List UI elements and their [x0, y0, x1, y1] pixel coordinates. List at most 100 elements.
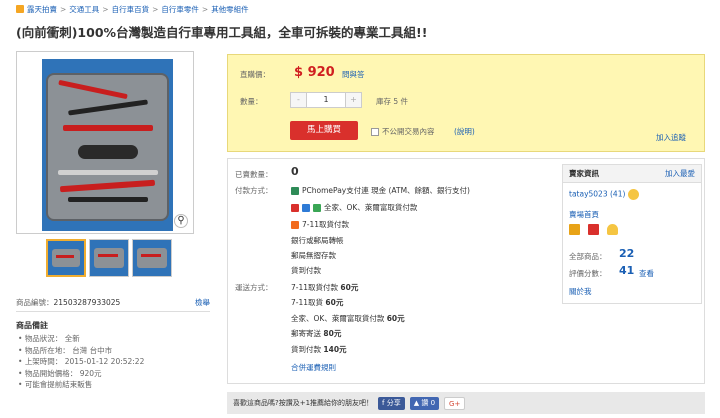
- like-label: 讚 0: [421, 398, 436, 407]
- private-checkbox[interactable]: [371, 128, 379, 136]
- breadcrumb-separator: >: [201, 4, 209, 14]
- mail-icon[interactable]: [588, 224, 599, 235]
- facebook-share-button[interactable]: f 分享: [378, 396, 405, 410]
- page-title: (向前衝刺)100%台灣製造自行車專用工具組，全車可拆裝的專業工具組!!: [16, 25, 428, 40]
- ok-icon: [302, 204, 310, 212]
- ship-price: 60元: [340, 283, 359, 292]
- facebook-like-button[interactable]: ▲ 讚 0: [409, 396, 440, 410]
- product-id-label: 商品編號：: [16, 298, 54, 307]
- report-link[interactable]: 檢舉: [195, 297, 210, 308]
- thumbnail-1[interactable]: [46, 239, 86, 277]
- ship-name: 全家、OK、萊爾富取貨付款: [291, 314, 387, 323]
- qty-input[interactable]: 1: [306, 93, 346, 107]
- breadcrumb-item-ruten[interactable]: 露天拍賣: [27, 4, 57, 15]
- seller-name-link[interactable]: tatay5023: [569, 190, 608, 199]
- product-image-box[interactable]: ⚲: [16, 51, 194, 234]
- qty-minus-button[interactable]: -: [291, 93, 306, 107]
- seller-header: 賣家資訊 加入最愛: [563, 165, 701, 183]
- ship-name: 7-11取貨付款: [291, 283, 341, 292]
- tool-shape: [68, 99, 148, 116]
- notes-title: 商品備註: [16, 321, 48, 330]
- ship-item: 7-11取貨付款 60元: [291, 282, 358, 293]
- pay-method-text: 全家、OK、萊爾富取貨付款: [324, 203, 418, 212]
- pay-pchome: PChomePay支付連 現金 (ATM、餘額、銀行支付): [291, 185, 470, 196]
- share-text: 喜歡這商品嗎?按讚及+1推薦給你的朋友吧！: [233, 399, 374, 407]
- shield-icon: [607, 224, 618, 235]
- tool-shape: [68, 197, 148, 202]
- ship-price: 80元: [323, 329, 342, 338]
- buy-now-button[interactable]: 馬上購買: [290, 121, 358, 140]
- pay-711: 7-11取貨付款: [291, 219, 349, 230]
- explain-link[interactable]: (說明): [454, 126, 475, 137]
- pchomepay-icon: [291, 187, 299, 195]
- list-item: 物品開始價格： 920元: [18, 368, 144, 380]
- ship-label: 運送方式：: [235, 283, 273, 292]
- hilife-icon: [313, 204, 321, 212]
- list-item: 物品狀況： 全新: [18, 333, 144, 345]
- pay-method-text: 銀行或郵局轉帳: [291, 236, 344, 245]
- price-number: 920: [307, 65, 335, 80]
- sold-label: 已賣數量：: [235, 170, 273, 179]
- pay-method-text: PChomePay支付連 現金 (ATM、餘額、銀行支付): [302, 186, 470, 195]
- qty-plus-button[interactable]: +: [346, 93, 361, 107]
- familymart-icon: [291, 204, 299, 212]
- home-icon: [16, 5, 24, 13]
- breadcrumb-item-transport[interactable]: 交通工具: [69, 4, 99, 15]
- about-me-link[interactable]: 關於我: [569, 286, 592, 297]
- ship-item: 7-11取貨 60元: [291, 297, 343, 308]
- rating-value[interactable]: 41: [619, 264, 634, 277]
- all-items-label: 全部商品：: [569, 252, 607, 261]
- private-option[interactable]: 不公開交易內容: [371, 126, 435, 137]
- seller-badges: [569, 224, 621, 235]
- ship-rules-link[interactable]: 合併運費規則: [291, 362, 336, 373]
- list-item: 可能會提前結束販售: [18, 379, 144, 391]
- thumbnail-3[interactable]: [132, 239, 172, 277]
- zoom-icon[interactable]: ⚲: [174, 214, 188, 228]
- price-label: 直購價：: [240, 70, 270, 79]
- all-items-count[interactable]: 22: [619, 247, 634, 260]
- buy-box: 直購價： $ 920 問與答 數量： - 1 + 庫存 5 件 馬上購買 不公開…: [227, 54, 705, 152]
- breadcrumb-separator: >: [102, 4, 109, 14]
- list-item: 上架時間： 2015-01-12 20:52:22: [18, 356, 145, 368]
- google-plus-button[interactable]: G+: [444, 396, 466, 410]
- notes-list: 物品狀況： 全新 物品所在地： 台灣 台中市 上架時間： 2015-01-12 …: [18, 333, 145, 391]
- tool-case: [46, 73, 169, 221]
- track-link[interactable]: 加入追蹤: [656, 132, 686, 143]
- qty-label: 數量：: [240, 97, 263, 106]
- ship-item: 全家、OK、萊爾富取貨付款 60元: [291, 313, 405, 324]
- seller-header-title: 賣家資訊: [569, 169, 599, 178]
- ask-link[interactable]: 問與答: [342, 69, 365, 80]
- quantity-stepper: - 1 +: [290, 92, 362, 108]
- pay-method-text: 郵局無摺存款: [291, 251, 336, 260]
- breadcrumb: 露天拍賣 > 交通工具 > 自行車百貨 > 自行車零件 > 其他零組件: [16, 3, 249, 15]
- tool-shape: [63, 125, 153, 131]
- seller-score-link[interactable]: (41): [610, 190, 625, 199]
- pay-method-text: 7-11取貨付款: [302, 220, 350, 229]
- breadcrumb-item-bicycle[interactable]: 自行車百貨: [112, 4, 150, 15]
- price-currency: $: [294, 65, 304, 80]
- tool-shape: [58, 170, 158, 175]
- ship-price: 140元: [323, 345, 347, 354]
- thumbnail-2[interactable]: [89, 239, 129, 277]
- share-label: 分享: [386, 398, 401, 407]
- view-rating-link[interactable]: 查看: [639, 268, 654, 279]
- rating-label: 評價分數：: [569, 269, 607, 278]
- store-home-link[interactable]: 賣場首頁: [569, 209, 599, 220]
- breadcrumb-item-parts[interactable]: 自行車零件: [161, 4, 199, 15]
- ship-name: 貨到付款: [291, 345, 324, 354]
- ship-name: 郵寄寄送: [291, 329, 324, 338]
- product-photo[interactable]: [42, 59, 173, 231]
- seller-panel: 賣家資訊 加入最愛 tatay5023 (41) 賣場首頁 全部商品： 22 評…: [562, 164, 702, 304]
- price-value: $ 920: [294, 65, 335, 80]
- sold-value: 0: [291, 165, 299, 178]
- breadcrumb-item-other[interactable]: 其他零組件: [211, 4, 249, 15]
- share-bar: 喜歡這商品嗎?按讚及+1推薦給你的朋友吧！ f 分享 ▲ 讚 0 G+: [227, 392, 705, 414]
- add-favorite-link[interactable]: 加入最愛: [665, 168, 695, 179]
- tool-shape: [59, 179, 156, 193]
- pay-label: 付款方式：: [235, 186, 273, 195]
- smiley-icon: [627, 189, 639, 200]
- badge-icon: [569, 224, 580, 235]
- ship-name: 7-11取貨: [291, 298, 326, 307]
- stock-text: 庫存 5 件: [376, 97, 409, 106]
- wrench-shape: [58, 79, 128, 100]
